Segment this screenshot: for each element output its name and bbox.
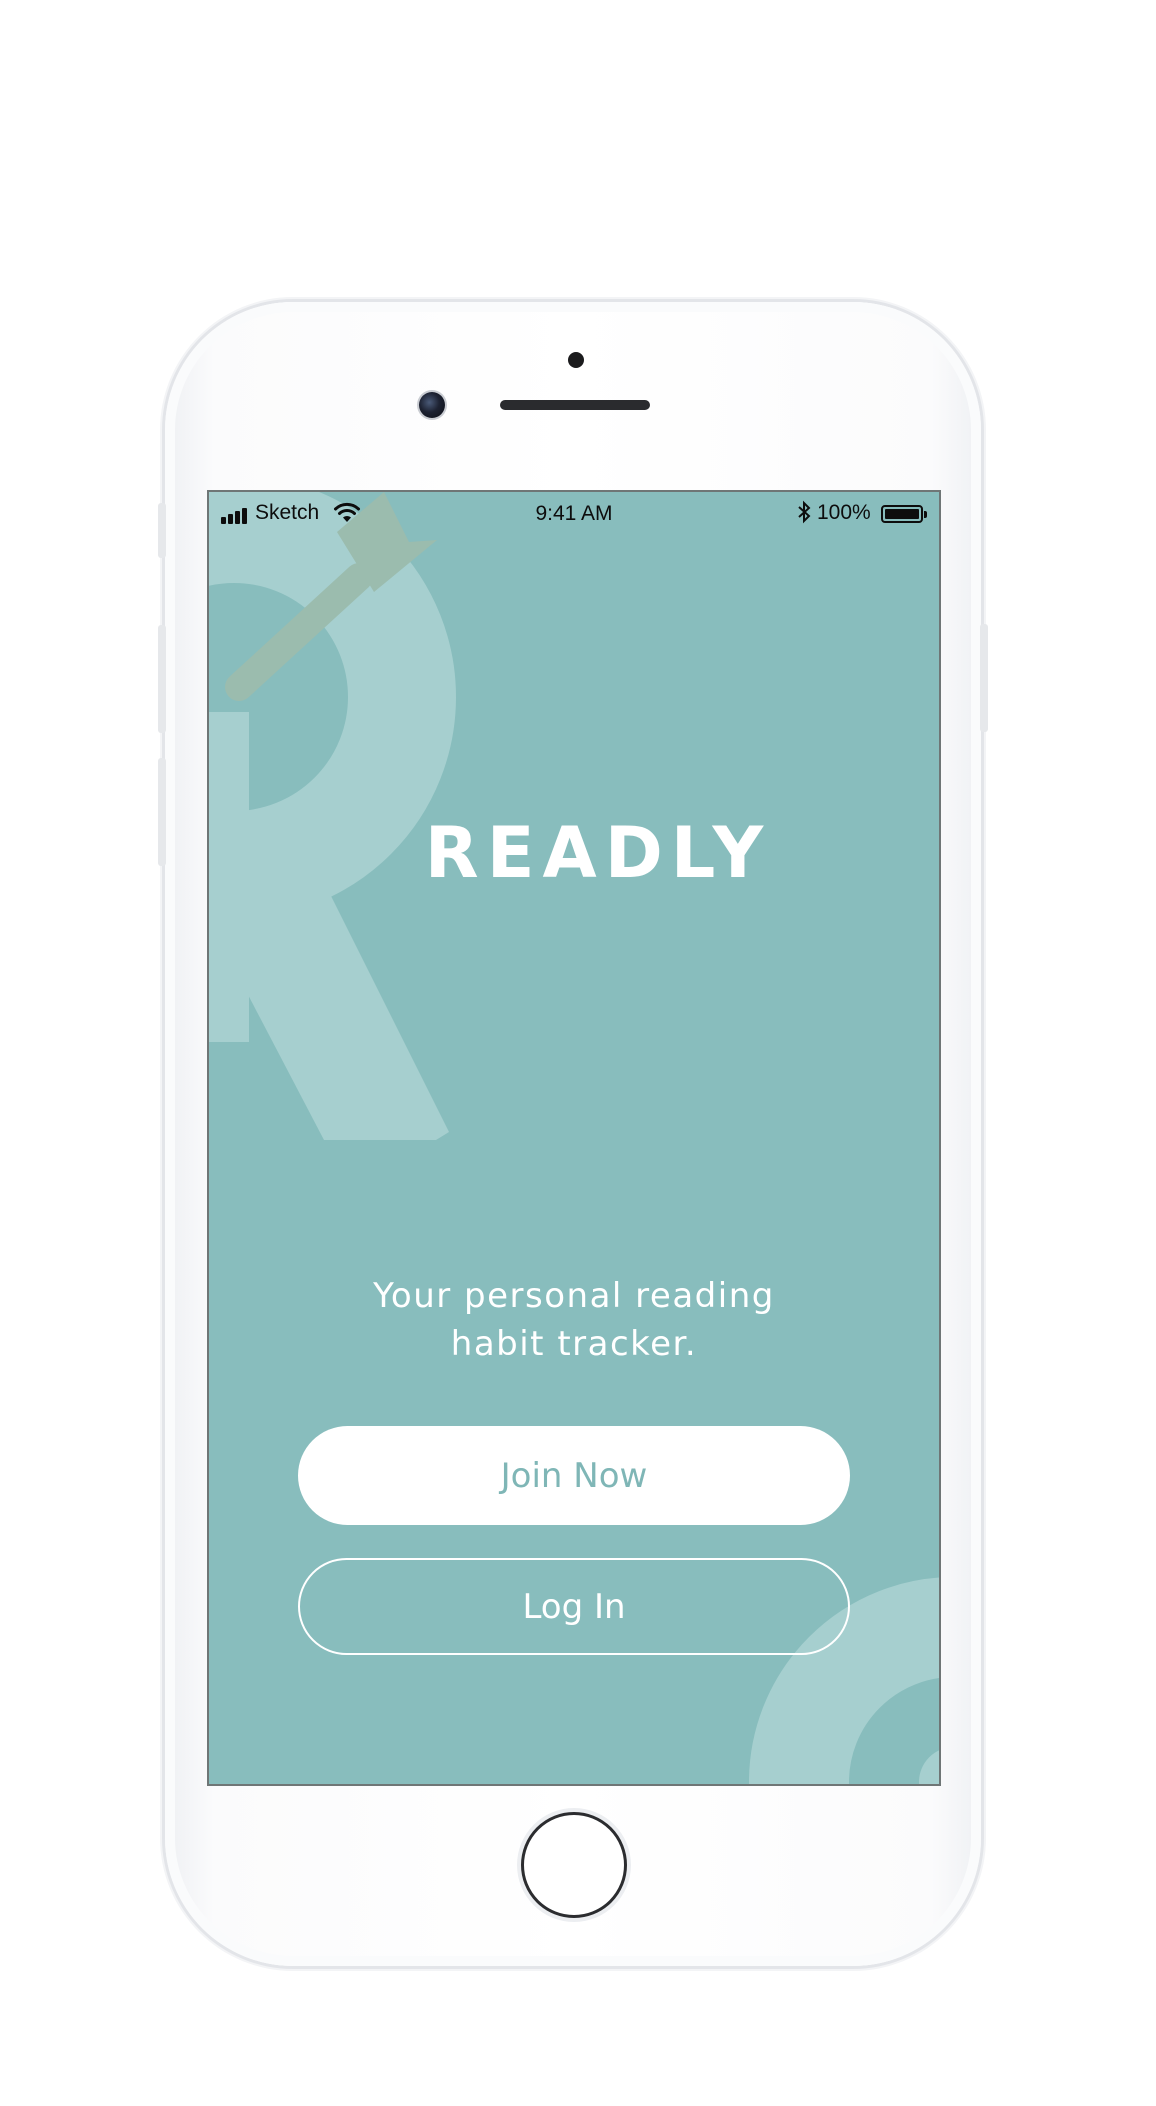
tagline: Your personal reading habit tracker. <box>209 1272 939 1368</box>
target-center-shape <box>919 1750 939 1784</box>
front-camera <box>419 392 445 418</box>
proximity-sensor <box>568 352 584 368</box>
bluetooth-icon <box>798 500 811 524</box>
tagline-line-1: Your personal reading <box>373 1276 775 1316</box>
battery-fill <box>885 509 919 519</box>
welcome-screen: Sketch 9:41 AM 100% READLY Your personal… <box>209 492 939 1784</box>
battery-percentage: 100% <box>817 501 871 524</box>
volume-up-button <box>158 625 166 733</box>
status-bar: Sketch 9:41 AM 100% <box>209 492 939 534</box>
battery-icon <box>881 505 927 523</box>
volume-down-button <box>158 758 166 866</box>
app-logo-wordmark: READLY <box>424 812 772 894</box>
home-button[interactable] <box>521 1812 627 1918</box>
log-in-button[interactable]: Log In <box>298 1558 850 1655</box>
tagline-line-2: habit tracker. <box>450 1324 698 1364</box>
silent-switch <box>158 503 166 558</box>
earpiece-speaker <box>500 400 650 410</box>
join-now-button[interactable]: Join Now <box>298 1426 850 1525</box>
power-button <box>980 624 988 732</box>
